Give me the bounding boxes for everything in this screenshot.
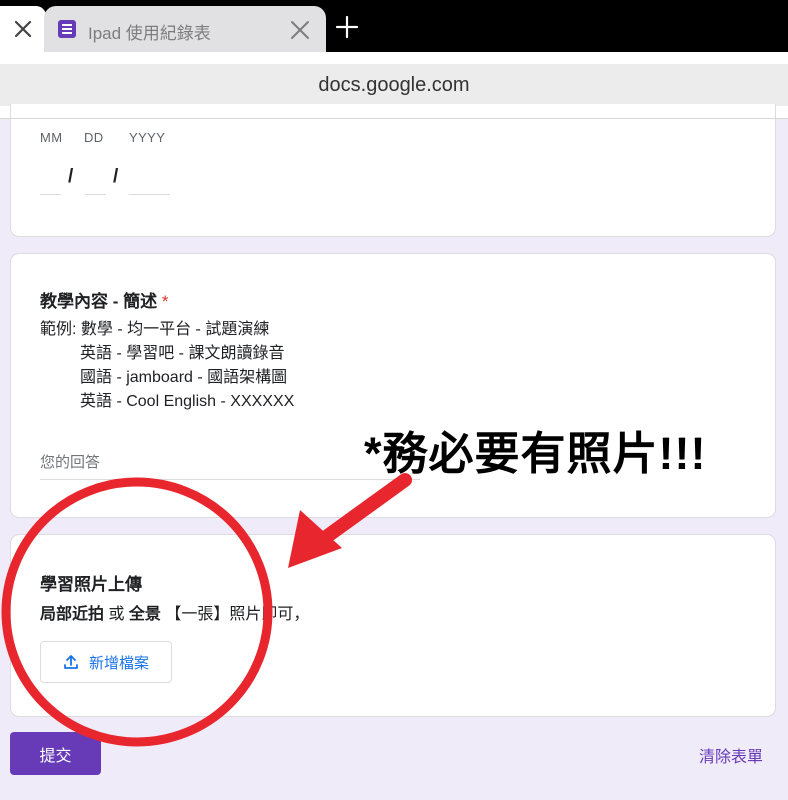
upload-icon [64,655,78,669]
new-tab-icon[interactable] [334,14,360,40]
day-input[interactable] [85,194,106,195]
description-line: 英語 - Cool English - XXXXXX [40,393,295,410]
close-tab-button[interactable] [0,6,46,52]
tab-close-icon[interactable] [288,18,312,42]
date-year-label: YYYY [129,130,166,145]
description-line: 英語 - 學習吧 - 課文朗讀錄音 [40,345,285,362]
desc-rest: 【一張】照片即可， [160,606,310,623]
date-day-label: DD [84,130,104,145]
date-month-label: MM [40,130,63,145]
question-title-text: 教學內容 - 簡述 [40,292,158,311]
browser-tab[interactable]: Ipad 使用紀錄表 [44,6,326,52]
google-forms-icon [58,20,76,38]
answer-input[interactable]: 您的回答 [40,451,420,480]
desc-bold-closeup: 局部近拍 [40,606,105,623]
annotation-text: *務必要有照片!!! [364,428,707,479]
desc-or: 或 [104,606,129,623]
tab-title: Ipad 使用紀錄表 [88,24,211,43]
description-line: 範例: 數學 - 均一平台 - 試題演練 [40,321,270,338]
submit-button[interactable]: 提交 [10,732,101,775]
month-input[interactable] [40,194,61,195]
browser-tab-bar: Ipad 使用紀錄表 [0,0,788,52]
address-bar-divider [0,118,788,119]
photo-upload-card: 學習照片上傳 局部近拍 或 全景 【一張】照片即可， 新增檔案 [10,534,776,717]
photo-question-description: 局部近拍 或 全景 【一張】照片即可， [40,600,309,624]
photo-question-title: 學習照片上傳 [40,575,142,594]
date-separator: / [113,166,119,187]
url-field[interactable]: docs.google.com [0,64,788,106]
date-separator: / [68,166,74,187]
question-description: 範例: 數學 - 均一平台 - 試題演練 英語 - 學習吧 - 課文朗讀錄音 國… [40,318,294,414]
question-title: 教學內容 - 簡述 * [40,287,168,312]
add-file-button[interactable]: 新增檔案 [40,641,172,683]
desc-bold-panorama: 全景 [128,606,161,623]
description-line: 國語 - jamboard - 國語架構圖 [40,369,288,386]
year-input[interactable] [129,194,170,195]
add-file-label: 新增檔案 [88,654,149,672]
clear-form-button[interactable]: 清除表單 [699,743,763,767]
date-question-card: MM DD YYYY / / [10,104,776,237]
close-icon [14,20,32,38]
required-mark: * [161,292,169,311]
